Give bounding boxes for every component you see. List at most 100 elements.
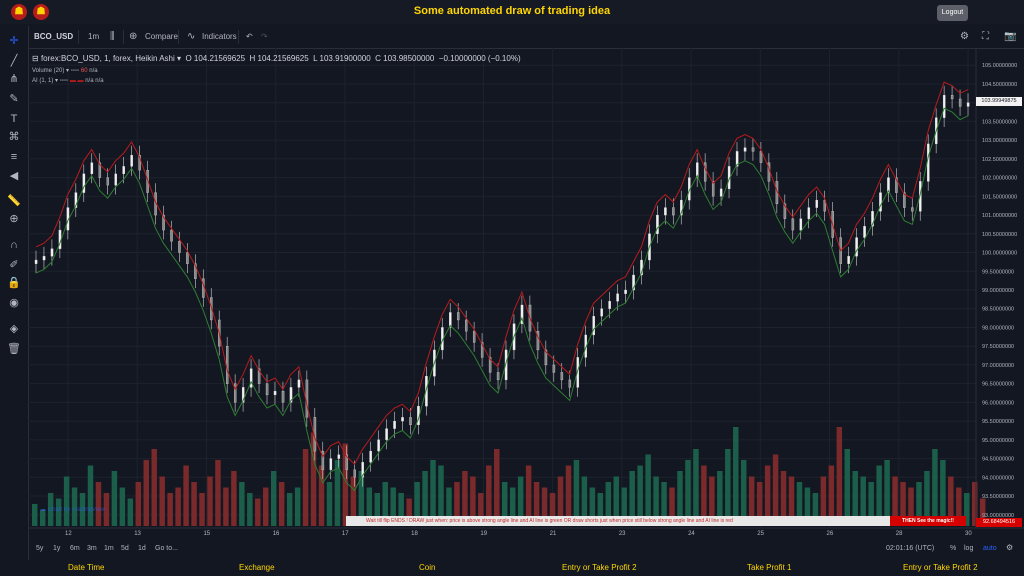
- price-chart[interactable]: 105.00000000104.50000000104.00000000103.…: [28, 48, 1024, 540]
- percent-toggle[interactable]: %: [950, 545, 956, 552]
- volume-bar: [247, 493, 253, 526]
- brush-icon[interactable]: ✎: [7, 92, 21, 106]
- candle-body: [624, 289, 627, 294]
- volume-bar: [143, 460, 149, 526]
- log-toggle[interactable]: log: [964, 545, 973, 552]
- pattern-icon[interactable]: ⌘: [7, 130, 21, 144]
- chart-toolbar: BCO_USD 1m ⫼ ⊕ Compare ∿ Indicators ↶ ↷ …: [28, 26, 1024, 49]
- timeframe-7[interactable]: Go to...: [155, 545, 178, 552]
- settings-icon[interactable]: ⚙: [960, 26, 969, 48]
- volume-bar: [87, 465, 94, 526]
- tradingview-watermark[interactable]: ☁ Chart by TradingView: [40, 506, 105, 513]
- candle-body: [847, 256, 850, 264]
- volume-bar: [159, 476, 165, 526]
- auto-toggle[interactable]: auto: [983, 545, 997, 552]
- footer-coin: Coin: [419, 563, 436, 572]
- ai-red-line: [35, 81, 969, 466]
- candle-body: [656, 214, 659, 234]
- magic-button[interactable]: THEN See the magic!!: [890, 516, 966, 526]
- candle-body: [106, 177, 110, 186]
- candle-body: [329, 458, 333, 470]
- timeframe-4[interactable]: 1m: [104, 545, 114, 552]
- price-tick: 105.00000000: [982, 63, 1017, 69]
- timeframe-5[interactable]: 5d: [121, 545, 129, 552]
- chart-type-icon[interactable]: ⫼: [110, 26, 115, 48]
- volume-bar: [302, 449, 309, 526]
- volume-bar: [494, 449, 500, 526]
- time-tick: 13: [134, 531, 141, 537]
- candle-body: [170, 229, 173, 242]
- compare-icon[interactable]: ⊕: [129, 26, 137, 48]
- candle-body: [385, 428, 388, 440]
- candle-body: [457, 312, 460, 321]
- timeframe-3[interactable]: 3m: [87, 545, 97, 552]
- price-axis: 105.00000000104.50000000104.00000000103.…: [982, 63, 1017, 519]
- price-tick: 95.00000000: [982, 438, 1014, 444]
- volume-bar: [151, 449, 157, 526]
- timeframe-0[interactable]: 5y: [36, 545, 43, 552]
- magnet-icon[interactable]: ∩: [7, 238, 21, 252]
- indicators-button[interactable]: Indicators: [202, 26, 237, 48]
- series-title[interactable]: forex:BCO_USD, 1, forex, Heikin Ashi: [41, 54, 175, 63]
- price-tick: 103.50000000: [982, 119, 1017, 125]
- crosshair-icon[interactable]: ✛: [7, 34, 21, 48]
- chart-grid: [28, 48, 976, 528]
- volume-bars: [32, 427, 986, 526]
- candle-body: [719, 188, 723, 197]
- volume-bar: [326, 482, 333, 526]
- time-tick: 30: [965, 531, 972, 537]
- price-tick: 93.50000000: [982, 494, 1014, 500]
- time-tick: 24: [688, 531, 695, 537]
- candle-body: [90, 162, 94, 175]
- candle-body: [911, 207, 914, 212]
- trendline-icon[interactable]: ╱: [7, 54, 21, 68]
- ruler-icon[interactable]: 📏: [7, 194, 21, 208]
- price-tick: 98.50000000: [982, 307, 1014, 313]
- volume-bar: [239, 482, 245, 526]
- candle-body: [186, 252, 189, 264]
- eye-icon[interactable]: ◉: [7, 296, 21, 310]
- interval-button[interactable]: 1m: [88, 26, 99, 48]
- price-tick: 96.00000000: [982, 400, 1014, 406]
- collapse-icon[interactable]: ⊟: [32, 54, 39, 63]
- volume-bar: [95, 482, 102, 526]
- candle-body: [114, 173, 117, 186]
- time-tick: 17: [341, 531, 349, 537]
- zoom-icon[interactable]: ⊕: [7, 212, 21, 226]
- trash-icon[interactable]: 🗑: [7, 342, 21, 356]
- timeframe-6[interactable]: 1d: [138, 545, 146, 552]
- measure-icon[interactable]: ≡: [7, 150, 21, 164]
- indicators-icon[interactable]: ∿: [187, 26, 195, 48]
- lock-icon[interactable]: 🔒: [7, 276, 21, 290]
- redo-icon[interactable]: ↷: [261, 26, 268, 48]
- timeframe-1[interactable]: 1y: [53, 545, 60, 552]
- price-tick: 100.50000000: [982, 232, 1017, 238]
- volume-bar: [199, 493, 205, 526]
- layers-icon[interactable]: ◈: [7, 322, 21, 336]
- volume-bar: [844, 449, 851, 526]
- toolbar-divider: [238, 30, 239, 44]
- volume-bar: [278, 482, 285, 526]
- price-tick: 101.00000000: [982, 213, 1017, 219]
- compare-button[interactable]: Compare: [145, 26, 178, 48]
- arrow-left-icon[interactable]: ◀: [7, 169, 21, 183]
- fullscreen-icon[interactable]: ⛶: [982, 26, 989, 48]
- volume-bar: [135, 482, 142, 526]
- logout-button[interactable]: Logout: [937, 5, 968, 21]
- time-tick: 19: [480, 531, 488, 537]
- candle-body: [568, 379, 572, 388]
- gear-icon[interactable]: ⚙: [1006, 543, 1013, 552]
- candle-body: [42, 256, 46, 261]
- fork-icon[interactable]: ⋔: [7, 72, 21, 86]
- ai-label[interactable]: AI (1, 1): [32, 78, 53, 84]
- ai-na-2: n/a: [95, 78, 104, 84]
- candle-body: [122, 166, 125, 175]
- timeframe-2[interactable]: 6m: [70, 545, 80, 552]
- candle-body: [815, 199, 819, 208]
- volume-label[interactable]: Volume (20): [32, 68, 64, 74]
- text-icon[interactable]: T: [7, 112, 21, 126]
- symbol-search[interactable]: BCO_USD: [34, 26, 73, 48]
- undo-icon[interactable]: ↶: [246, 26, 253, 48]
- lock-drawings-icon[interactable]: ✐: [7, 258, 21, 272]
- camera-icon[interactable]: 📷: [1004, 26, 1016, 48]
